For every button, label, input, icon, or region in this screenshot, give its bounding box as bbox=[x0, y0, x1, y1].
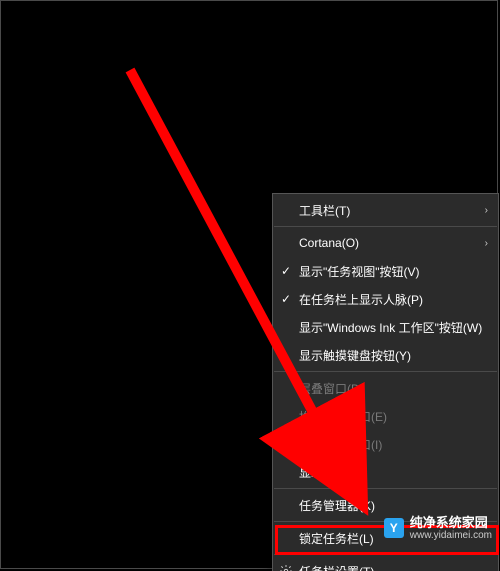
menu-stacked: 堆叠显示窗口(E) bbox=[273, 402, 498, 430]
menu-separator bbox=[274, 488, 497, 489]
menu-show-taskview-label: 显示"任务视图"按钮(V) bbox=[299, 263, 488, 280]
menu-toolbars-label: 工具栏(T) bbox=[299, 202, 481, 219]
menu-taskbar-settings-label: 任务栏设置(T) bbox=[299, 563, 488, 571]
menu-show-touchkb[interactable]: 显示触摸键盘按钮(Y) bbox=[273, 341, 498, 369]
menu-show-ink[interactable]: 显示"Windows Ink 工作区"按钮(W) bbox=[273, 313, 498, 341]
menu-lock-taskbar[interactable]: 锁定任务栏(L) bbox=[273, 524, 498, 552]
menu-stacked-label: 堆叠显示窗口(E) bbox=[299, 408, 488, 425]
menu-show-people[interactable]: ✓ 在任务栏上显示人脉(P) bbox=[273, 285, 498, 313]
taskbar-context-menu: 工具栏(T) › Cortana(O) › ✓ 显示"任务视图"按钮(V) ✓ … bbox=[272, 193, 499, 571]
menu-show-taskview[interactable]: ✓ 显示"任务视图"按钮(V) bbox=[273, 257, 498, 285]
menu-show-desktop-label: 显示桌面(S) bbox=[299, 464, 488, 481]
menu-toolbars[interactable]: 工具栏(T) › bbox=[273, 196, 498, 224]
menu-lock-taskbar-label: 锁定任务栏(L) bbox=[299, 530, 488, 547]
menu-cascade-label: 层叠窗口(D) bbox=[299, 380, 488, 397]
menu-cortana[interactable]: Cortana(O) › bbox=[273, 229, 498, 257]
menu-cascade: 层叠窗口(D) bbox=[273, 374, 498, 402]
menu-show-touchkb-label: 显示触摸键盘按钮(Y) bbox=[299, 347, 488, 364]
submenu-arrow-icon: › bbox=[485, 205, 488, 216]
menu-taskbar-settings[interactable]: 任务栏设置(T) bbox=[273, 557, 498, 571]
menu-show-ink-label: 显示"Windows Ink 工作区"按钮(W) bbox=[299, 319, 488, 336]
menu-sidebyside-label: 并排显示窗口(I) bbox=[299, 436, 488, 453]
gear-icon bbox=[273, 564, 299, 571]
menu-separator bbox=[274, 371, 497, 372]
submenu-arrow-icon: › bbox=[485, 238, 488, 249]
menu-task-manager-label: 任务管理器(K) bbox=[299, 497, 488, 514]
menu-task-manager[interactable]: 任务管理器(K) bbox=[273, 491, 498, 519]
menu-show-people-label: 在任务栏上显示人脉(P) bbox=[299, 291, 488, 308]
menu-separator bbox=[274, 521, 497, 522]
check-icon: ✓ bbox=[273, 292, 299, 306]
menu-show-desktop[interactable]: 显示桌面(S) bbox=[273, 458, 498, 486]
menu-separator bbox=[274, 226, 497, 227]
check-icon: ✓ bbox=[273, 264, 299, 278]
menu-cortana-label: Cortana(O) bbox=[299, 236, 481, 250]
menu-separator bbox=[274, 554, 497, 555]
menu-sidebyside: 并排显示窗口(I) bbox=[273, 430, 498, 458]
